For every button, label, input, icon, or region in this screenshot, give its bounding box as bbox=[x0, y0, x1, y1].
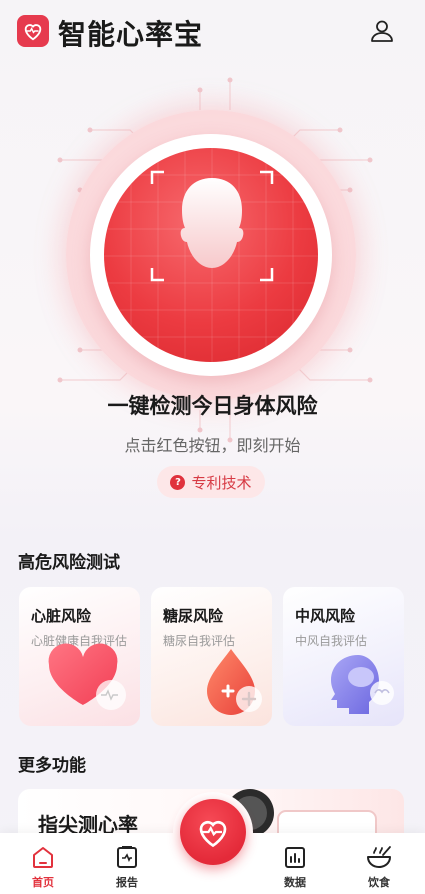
nav-label: 饮食 bbox=[368, 876, 390, 889]
nav-label: 报告 bbox=[116, 876, 138, 889]
patent-label: 专利技术 bbox=[191, 473, 252, 492]
brain-head-icon bbox=[331, 655, 394, 714]
center-measure-button[interactable] bbox=[180, 799, 246, 865]
nav-item-data[interactable]: 数据 bbox=[265, 833, 325, 894]
heart-pulse-icon bbox=[199, 820, 227, 848]
more-section-title: 更多功能 bbox=[18, 756, 86, 776]
nav-item-report[interactable]: 报告 bbox=[97, 833, 157, 894]
user-icon bbox=[371, 20, 393, 42]
heart-icon bbox=[48, 643, 126, 710]
diabetes-risk-card[interactable]: 糖尿风险 糖尿自我评估 bbox=[151, 587, 272, 726]
data-chart-icon bbox=[285, 847, 305, 868]
nav-item-diet[interactable]: 饮食 bbox=[349, 833, 409, 894]
heart-risk-card[interactable]: 心脏风险 心脏健康自我评估 bbox=[19, 587, 140, 726]
risk-section-title: 高危风险测试 bbox=[18, 553, 120, 573]
nav-label: 首页 bbox=[32, 876, 54, 889]
heart-pulse-icon bbox=[24, 24, 42, 41]
stroke-risk-card[interactable]: 中风风险 中风自我评估 bbox=[283, 587, 404, 726]
diet-bowl-icon bbox=[367, 846, 391, 868]
app-logo bbox=[17, 15, 49, 47]
nav-item-home[interactable]: 首页 bbox=[13, 833, 73, 894]
face-scan-icon bbox=[150, 170, 274, 282]
hero-subtitle: 点击红色按钮，即刻开始 bbox=[124, 436, 301, 455]
nav-label: 数据 bbox=[284, 876, 306, 889]
profile-button[interactable] bbox=[366, 15, 398, 47]
hero-title: 一键检测今日身体风险 bbox=[107, 394, 318, 418]
home-icon bbox=[33, 847, 53, 868]
report-icon bbox=[117, 846, 137, 868]
blood-drop-icon bbox=[207, 649, 262, 715]
app-title: 智能心率宝 bbox=[58, 18, 204, 51]
patent-badge[interactable]: ? 专利技术 bbox=[157, 466, 265, 498]
question-icon: ? bbox=[170, 474, 186, 490]
